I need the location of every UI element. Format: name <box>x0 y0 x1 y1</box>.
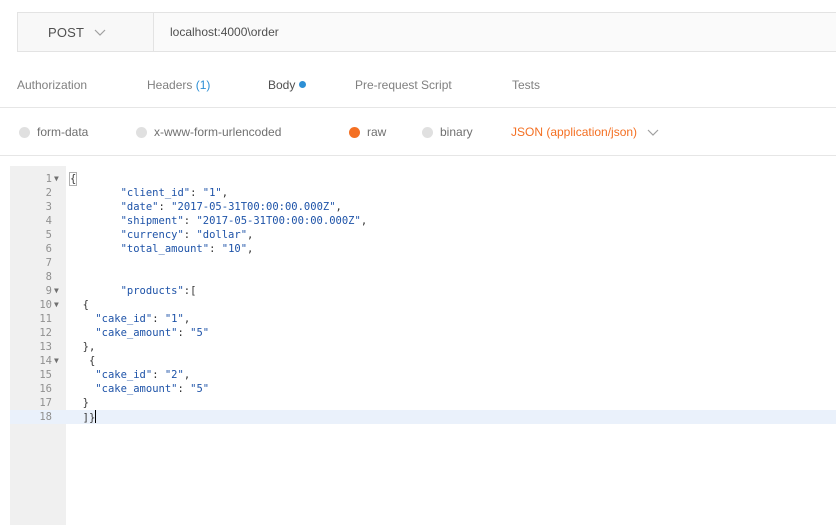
chevron-down-icon <box>94 26 106 38</box>
line-number: 8 <box>45 271 52 283</box>
line-number: 3 <box>45 201 52 213</box>
tab-label: Pre-request Script <box>355 78 452 92</box>
code-line: 4 "shipment": "2017-05-31T00:00:00.000Z"… <box>10 214 836 228</box>
code-line: 2 "client_id": "1", <box>10 186 836 200</box>
code-line: 8 <box>10 270 836 284</box>
line-number: 17 <box>39 397 52 409</box>
json-value: "5" <box>190 383 210 395</box>
tab-authorization[interactable]: Authorization <box>17 78 87 92</box>
json-key: "total_amount" <box>120 243 210 255</box>
radio-selected-icon <box>349 126 360 138</box>
radio-binary[interactable]: binary <box>422 125 473 139</box>
code-line: 3 "date": "2017-05-31T00:00:00.000Z", <box>10 200 836 214</box>
radio-icon <box>422 126 433 138</box>
chevron-down-icon <box>647 126 659 138</box>
line-number: 5 <box>45 229 52 241</box>
json-key: "date" <box>120 201 159 213</box>
code-line-current: 18 ]} <box>10 410 836 424</box>
content-type-dropdown[interactable]: JSON (application/json) <box>511 125 659 139</box>
request-tabs: Authorization Headers (1) Body Pre-reque… <box>0 62 836 108</box>
line-number: 4 <box>45 215 52 227</box>
request-bar: POST localhost:4000\order <box>17 12 836 52</box>
radio-urlencoded[interactable]: x-www-form-urlencoded <box>136 125 281 139</box>
json-key: "shipment" <box>120 215 184 227</box>
line-number: 1 <box>45 173 52 185</box>
tab-label: Tests <box>512 78 541 92</box>
method-dropdown[interactable]: POST <box>18 13 154 51</box>
code-line: 10 ▼ { <box>10 298 836 312</box>
radio-icon <box>136 126 147 138</box>
json-value: "1" <box>164 313 184 325</box>
json-value: "2017-05-31T00:00:00.000Z" <box>196 215 361 227</box>
line-number: 18 <box>39 411 52 423</box>
line-number: 10 <box>39 299 52 311</box>
json-key: "currency" <box>120 229 184 241</box>
line-number: 9 <box>45 285 52 297</box>
tab-pre-request-script[interactable]: Pre-request Script <box>355 78 452 92</box>
line-number: 14 <box>39 355 52 367</box>
line-number: 6 <box>45 243 52 255</box>
line-number: 12 <box>39 327 52 339</box>
line-number: 11 <box>39 313 52 325</box>
fold-arrow-icon[interactable]: ▼ <box>54 284 64 298</box>
code-line: 5 "currency": "dollar", <box>10 228 836 242</box>
code-text: ]} <box>82 412 96 424</box>
radio-label: x-www-form-urlencoded <box>154 125 282 139</box>
code-line: 12 "cake_amount": "5" <box>10 326 836 340</box>
radio-icon <box>19 126 30 138</box>
radio-raw[interactable]: raw <box>349 125 386 139</box>
code-line: 15 "cake_id": "2", <box>10 368 836 382</box>
json-key: "products" <box>120 285 184 297</box>
url-input[interactable]: localhost:4000\order <box>154 13 836 51</box>
tab-label: Authorization <box>17 78 88 92</box>
tab-label: Body <box>268 78 296 92</box>
json-value: "10" <box>221 243 248 255</box>
code-line: 9 ▼ "products":[ <box>10 284 836 298</box>
json-value: "5" <box>190 327 210 339</box>
method-label: POST <box>48 24 85 40</box>
line-number: 2 <box>45 187 52 199</box>
code-line: 17 } <box>10 396 836 410</box>
url-text: localhost:4000\order <box>170 25 279 39</box>
json-key: "cake_id" <box>95 369 153 381</box>
body-active-dot-icon <box>299 81 307 88</box>
code-line: 14 ▼ { <box>10 354 836 368</box>
radio-form-data[interactable]: form-data <box>19 125 88 139</box>
body-type-options: form-data x-www-form-urlencoded raw bina… <box>0 110 836 156</box>
json-key: "cake_id" <box>95 313 153 325</box>
line-number: 13 <box>39 341 52 353</box>
line-number: 7 <box>45 257 52 269</box>
code-line: 1 ▼ { <box>10 172 836 186</box>
code-line: 13 }, <box>10 340 836 354</box>
headers-count-badge: (1) <box>195 78 211 92</box>
tab-tests[interactable]: Tests <box>512 78 540 92</box>
code-text: { <box>68 172 78 186</box>
tab-headers[interactable]: Headers (1) <box>147 78 210 92</box>
json-value: "dollar" <box>196 229 248 241</box>
line-number: 16 <box>39 383 52 395</box>
tab-label: Headers <box>147 78 193 92</box>
code-line: 16 "cake_amount": "5" <box>10 382 836 396</box>
fold-arrow-icon[interactable]: ▼ <box>54 354 64 368</box>
fold-arrow-icon[interactable]: ▼ <box>54 172 64 186</box>
code-editor[interactable]: 1 ▼ { 2 "client_id": "1", 3 "date": "201… <box>0 166 836 525</box>
json-key: "client_id" <box>120 187 191 199</box>
json-key: "cake_amount" <box>95 383 178 395</box>
code-line: 6 "total_amount": "10", <box>10 242 836 256</box>
json-value: "2017-05-31T00:00:00.000Z" <box>171 201 336 213</box>
tab-body[interactable]: Body <box>268 78 307 92</box>
fold-arrow-icon[interactable]: ▼ <box>54 298 64 312</box>
json-value: "1" <box>202 187 222 199</box>
text-cursor <box>95 410 97 423</box>
content-type-label: JSON (application/json) <box>511 125 638 139</box>
code-line: 11 "cake_id": "1", <box>10 312 836 326</box>
radio-label: binary <box>440 125 473 139</box>
json-value: "2" <box>164 369 184 381</box>
radio-label: raw <box>367 125 387 139</box>
code-line: 7 <box>10 256 836 270</box>
json-key: "cake_amount" <box>95 327 178 339</box>
radio-label: form-data <box>37 125 89 139</box>
line-number: 15 <box>39 369 52 381</box>
